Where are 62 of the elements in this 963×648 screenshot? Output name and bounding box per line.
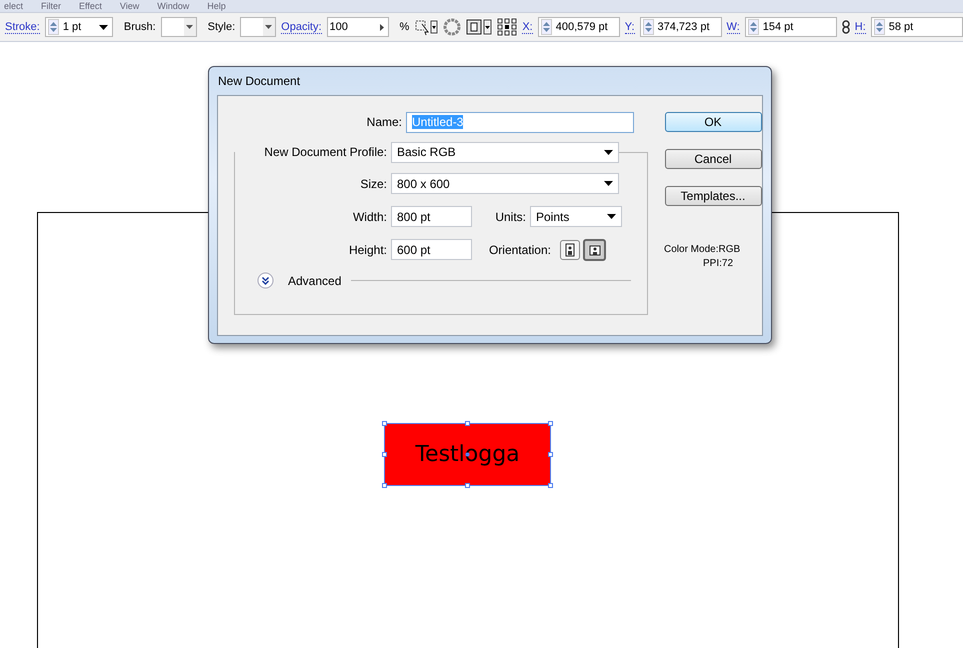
stroke-label[interactable]: Stroke: — [5, 20, 40, 34]
menu-item[interactable]: Effect — [79, 0, 102, 12]
units-label: Units: — [494, 210, 527, 224]
units-dropdown[interactable]: Points — [530, 206, 622, 227]
coordinate-field[interactable]: 400,579 pt — [538, 17, 620, 37]
portrait-button[interactable] — [560, 240, 580, 260]
width-label: Width: — [352, 210, 388, 224]
chevron-down-icon[interactable] — [257, 272, 274, 289]
coordinate-label[interactable]: Y: — [624, 20, 635, 34]
spinner-icon[interactable] — [48, 19, 59, 35]
brush-label: Brush: — [124, 21, 156, 33]
stroke-field[interactable]: 1 pt — [44, 17, 113, 37]
style-label: Style: — [208, 21, 236, 33]
spinner-icon[interactable] — [748, 19, 759, 35]
height-field[interactable]: 600 pt — [391, 239, 472, 260]
caret-icon[interactable] — [607, 214, 616, 219]
caret-icon[interactable] — [604, 181, 613, 186]
coordinate-label[interactable]: W: — [726, 20, 740, 34]
caret-icon[interactable] — [265, 25, 272, 29]
menu-item[interactable]: Filter — [41, 0, 62, 12]
caret-icon[interactable] — [604, 150, 613, 154]
profile-dropdown[interactable]: Basic RGB — [391, 142, 619, 162]
menu-item[interactable]: elect — [4, 0, 24, 12]
coordinate-field[interactable]: 374,723 pt — [640, 17, 722, 37]
opacity-label[interactable]: Opacity: — [281, 20, 322, 34]
triangle-icon[interactable] — [380, 24, 384, 30]
opacity-field[interactable]: 100 — [326, 17, 389, 37]
portrait-page-icon — [565, 242, 575, 256]
caret-icon[interactable] — [186, 25, 193, 29]
logo-text: Testlogga — [415, 442, 520, 467]
menu-item[interactable]: Help — [207, 0, 226, 12]
logo-rectangle[interactable]: Testlogga — [384, 423, 551, 486]
coordinate-label[interactable]: X: — [522, 20, 533, 34]
landscape-page-icon — [588, 244, 600, 256]
document-info-text: PPI:72 — [702, 257, 734, 271]
menu-item[interactable]: View — [120, 0, 140, 12]
caret-icon[interactable] — [98, 24, 108, 30]
orientation-label: Orientation: — [488, 242, 552, 256]
dialog-button[interactable]: Templates... — [664, 186, 762, 206]
coordinate-field[interactable]: 154 pt — [744, 17, 837, 37]
coordinate-label[interactable]: H: — [854, 20, 866, 34]
percent-unit: % — [400, 21, 410, 33]
name-label: Name: — [366, 115, 403, 129]
size-label: Size: — [359, 176, 388, 190]
height-label: Height: — [348, 242, 388, 256]
dialog-button[interactable]: OK — [664, 112, 762, 132]
menu-item[interactable]: Window — [157, 0, 190, 12]
size-dropdown[interactable]: 800 x 600 — [391, 173, 619, 194]
spinner-icon[interactable] — [642, 19, 654, 35]
landscape-button[interactable] — [583, 238, 606, 260]
chain-link-icon[interactable] — [842, 20, 850, 34]
align-icon[interactable] — [466, 18, 492, 36]
reference-point-icon[interactable] — [497, 18, 518, 36]
dialog-title: New Document — [217, 73, 302, 90]
coordinate-field[interactable]: 58 pt — [870, 17, 963, 37]
profile-label: New Document Profile: — [235, 145, 391, 159]
width-field[interactable]: 800 pt — [391, 206, 472, 227]
spinner-icon[interactable] — [540, 19, 552, 35]
dialog-button[interactable]: Cancel — [664, 149, 762, 169]
advanced-label[interactable]: Advanced — [288, 274, 342, 288]
document-info-text: Color Mode:RGB — [664, 243, 740, 257]
spinner-icon[interactable] — [874, 19, 885, 35]
